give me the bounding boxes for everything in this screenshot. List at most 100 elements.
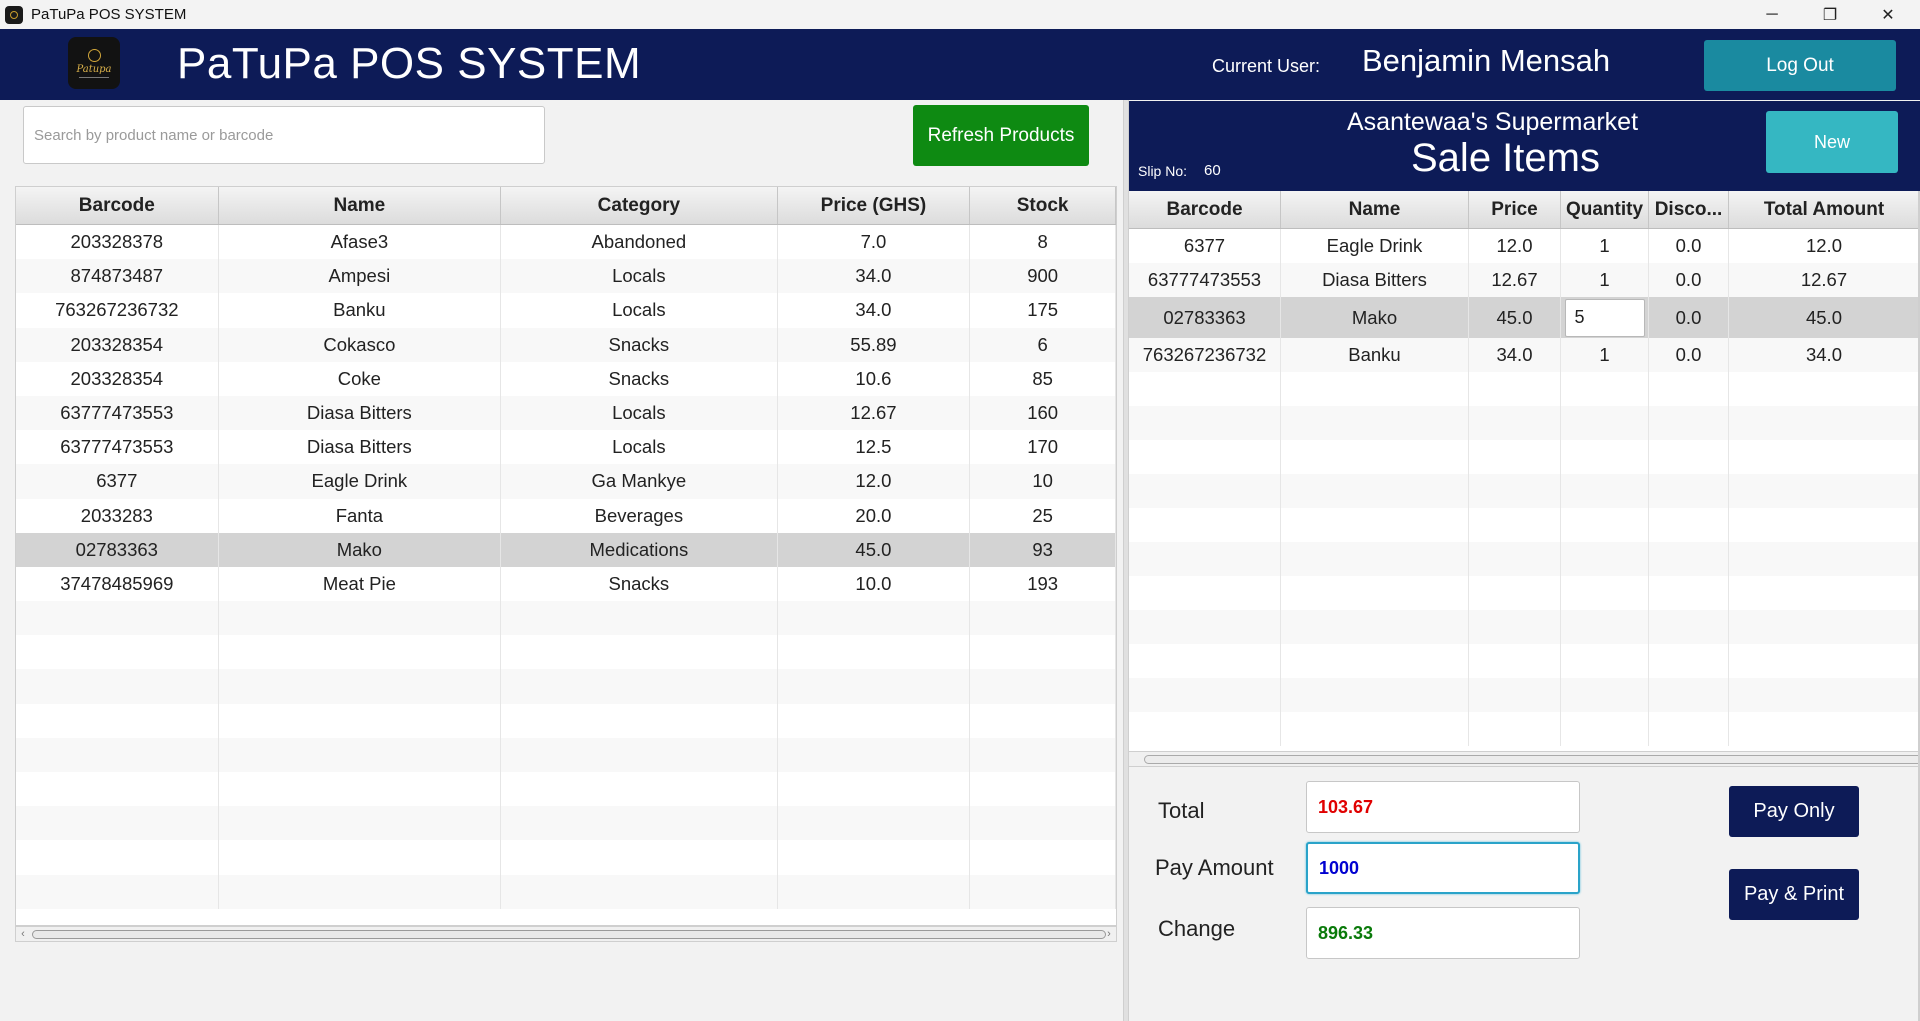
table-cell: Mako	[219, 532, 502, 567]
table-row[interactable]: 874873487 Ampesi Locals 34.0 900	[16, 259, 1116, 294]
table-cell: 10.0	[778, 566, 971, 602]
scroll-left-icon[interactable]: ‹	[16, 927, 30, 941]
table-row[interactable]: 763267236732 Banku Locals 34.0 175	[16, 293, 1116, 328]
column-header[interactable]: Name	[1281, 191, 1469, 228]
column-header[interactable]: Name	[219, 187, 502, 224]
pay-and-print-button[interactable]: Pay & Print	[1729, 869, 1859, 920]
table-cell	[1729, 610, 1920, 644]
sale-items-table[interactable]: Barcode Name Price Quantity Disco... Total Am…	[1129, 191, 1920, 751]
app-icon	[5, 5, 23, 24]
products-horizontal-scrollbar[interactable]: ‹ ›	[15, 926, 1117, 942]
pay-only-button[interactable]: Pay Only	[1729, 786, 1859, 837]
table-cell	[1281, 712, 1469, 746]
sale-horizontal-scrollbar[interactable]	[1129, 751, 1920, 767]
table-cell: Medications	[501, 532, 778, 567]
current-user-name: Benjamin Mensah	[1362, 43, 1611, 78]
table-row[interactable]: 37478485969 Meat Pie Snacks 10.0 193	[16, 566, 1116, 602]
table-cell: 0.0	[1649, 338, 1729, 372]
table-row[interactable]: 763267236732 Banku 34.0 1 0.0 34.0	[1129, 338, 1920, 372]
table-row[interactable]: 02783363 Mako Medications 45.0 93	[16, 532, 1116, 567]
table-cell	[16, 806, 219, 841]
pay-amount-label: Pay Amount	[1155, 855, 1274, 880]
table-cell	[1129, 508, 1281, 542]
table-row[interactable]: 63777473553 Diasa Bitters 12.67 1 0.0 12.67	[1129, 263, 1920, 297]
table-cell: 763267236732	[16, 293, 219, 328]
table-cell	[1281, 678, 1469, 712]
new-sale-button[interactable]: New	[1766, 111, 1898, 173]
table-cell	[1649, 678, 1729, 712]
table-cell: 45.0	[1469, 297, 1561, 338]
table-row[interactable]: 6377 Eagle Drink Ga Mankye 12.0 10	[16, 464, 1116, 499]
column-header[interactable]: Total Amount	[1729, 191, 1920, 228]
table-cell	[1729, 644, 1920, 678]
scroll-thumb[interactable]	[1144, 755, 1920, 764]
table-cell	[1129, 576, 1281, 610]
pay-amount-input[interactable]: 1000	[1306, 842, 1580, 894]
refresh-products-button[interactable]: Refresh Products	[913, 105, 1089, 166]
table-row[interactable]: 02783363 Mako 45.0 5 0.0 45.0	[1129, 297, 1920, 338]
scroll-right-icon[interactable]: ›	[1102, 927, 1116, 941]
table-cell: 900	[970, 259, 1116, 294]
sale-items-title: Sale Items	[1411, 136, 1600, 180]
table-cell: 2033283	[16, 498, 219, 533]
slip-number-label: Slip No:	[1138, 163, 1188, 179]
table-row[interactable]: 2033283 Fanta Beverages 20.0 25	[16, 498, 1116, 533]
products-table[interactable]: Barcode Name Category Price (GHS) Stock 2033…	[15, 186, 1117, 926]
column-header[interactable]: Barcode	[1129, 191, 1281, 228]
table-cell	[1561, 576, 1649, 610]
table-cell: 63777473553	[16, 430, 219, 465]
table-cell: 12.67	[778, 395, 971, 431]
table-cell: 34.0	[778, 259, 971, 294]
table-cell	[1281, 440, 1469, 474]
table-cell	[1469, 508, 1561, 542]
quantity-edit-input[interactable]: 5	[1564, 298, 1645, 337]
scroll-thumb[interactable]	[32, 930, 1106, 939]
table-cell	[219, 874, 502, 909]
table-cell: Banku	[219, 293, 502, 328]
empty-row	[16, 669, 1116, 704]
table-cell	[501, 806, 778, 841]
total-field: 103.67	[1306, 781, 1580, 833]
table-cell	[1469, 712, 1561, 746]
table-cell	[1469, 644, 1561, 678]
column-header[interactable]: Disco...	[1649, 191, 1729, 228]
table-cell	[1129, 372, 1281, 406]
table-cell	[219, 601, 502, 636]
table-cell: Locals	[501, 430, 778, 465]
table-cell	[778, 601, 971, 636]
empty-row	[1129, 678, 1920, 712]
table-cell: Eagle Drink	[1281, 229, 1469, 263]
table-row[interactable]: 203328354 Coke Snacks 10.6 85	[16, 361, 1116, 396]
table-cell	[1729, 406, 1920, 440]
table-row[interactable]: 6377 Eagle Drink 12.0 1 0.0 12.0	[1129, 229, 1920, 263]
table-row[interactable]: 203328378 Afase3 Abandoned 7.0 8	[16, 225, 1116, 260]
table-row[interactable]: 63777473553 Diasa Bitters Locals 12.67 160	[16, 395, 1116, 431]
table-cell	[219, 737, 502, 772]
table-row[interactable]: 203328354 Cokasco Snacks 55.89 6	[16, 327, 1116, 362]
column-header[interactable]: Quantity	[1561, 191, 1649, 228]
table-cell	[1469, 372, 1561, 406]
minimize-icon[interactable]: ─	[1743, 0, 1801, 29]
table-cell: 45.0	[1729, 297, 1920, 338]
table-cell: 6377	[1129, 229, 1281, 263]
column-header[interactable]: Stock	[970, 187, 1116, 224]
table-cell: 55.89	[778, 327, 971, 362]
table-row[interactable]: 63777473553 Diasa Bitters Locals 12.5 170	[16, 430, 1116, 465]
empty-row	[16, 874, 1116, 909]
table-cell	[778, 806, 971, 841]
table-cell: 34.0	[778, 293, 971, 328]
logout-button[interactable]: Log Out	[1704, 40, 1896, 91]
restore-icon[interactable]: ❐	[1801, 0, 1859, 29]
column-header[interactable]: Barcode	[16, 187, 219, 224]
close-icon[interactable]: ✕	[1859, 0, 1917, 29]
table-cell: Mako	[1281, 297, 1469, 338]
empty-row	[16, 601, 1116, 636]
product-search-input[interactable]	[23, 106, 545, 164]
column-header[interactable]: Price	[1469, 191, 1561, 228]
table-cell	[1561, 372, 1649, 406]
column-header[interactable]: Price (GHS)	[778, 187, 971, 224]
table-cell	[219, 806, 502, 841]
column-header[interactable]: Category	[501, 187, 778, 224]
table-cell	[501, 772, 778, 807]
table-cell	[1561, 440, 1649, 474]
